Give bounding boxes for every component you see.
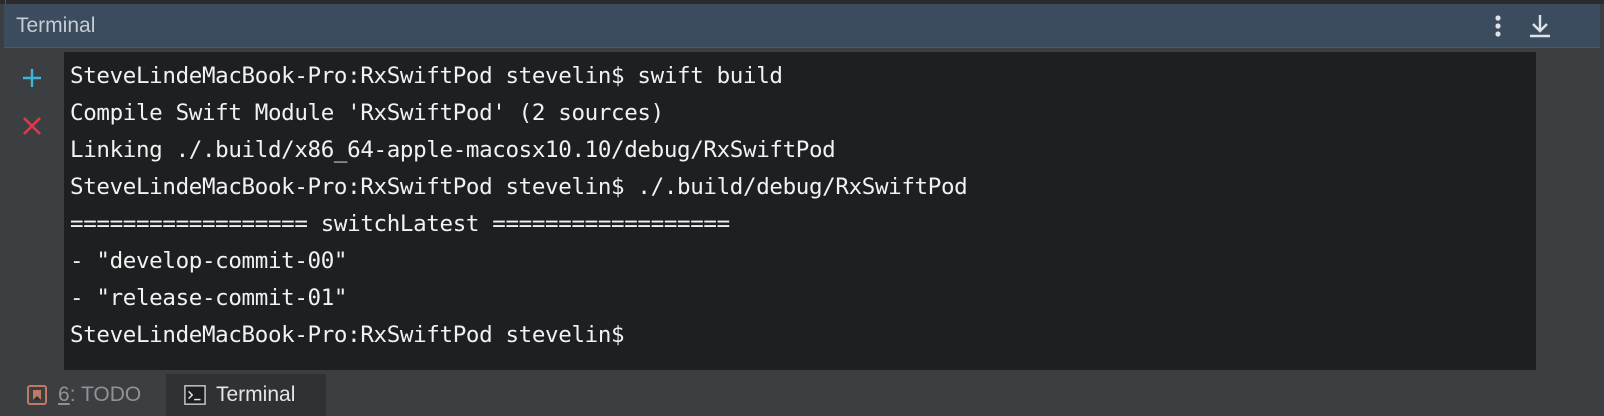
tool-window-header: Terminal xyxy=(4,4,1600,48)
terminal-line: Linking ./.build/x86_64-apple-macosx10.1… xyxy=(70,137,836,163)
terminal-line: ================== switchLatest ========… xyxy=(70,211,730,237)
close-session-button[interactable] xyxy=(16,110,48,142)
tab-terminal-label: Terminal xyxy=(216,383,296,406)
terminal-output[interactable]: SteveLindeMacBook-Pro:RxSwiftPod steveli… xyxy=(64,52,1536,370)
tab-todo[interactable]: 6: TODO xyxy=(18,374,166,416)
terminal-line: SteveLindeMacBook-Pro:RxSwiftPod steveli… xyxy=(70,63,783,89)
plus-icon xyxy=(23,69,41,87)
tab-todo-label: : TODO xyxy=(69,383,142,406)
hide-panel-button[interactable] xyxy=(1524,10,1556,42)
terminal-line: - "release-commit-01" xyxy=(70,285,348,311)
terminal-line: Compile Swift Module 'RxSwiftPod' (2 sou… xyxy=(70,100,664,126)
tool-window-title: Terminal xyxy=(16,14,96,37)
todo-list-icon xyxy=(26,384,48,406)
terminal-tool-window: Terminal SteveLindeMacBook-Pro:RxSwiftPo… xyxy=(0,0,1604,416)
new-session-button[interactable] xyxy=(16,62,48,94)
terminal-icon xyxy=(184,384,206,406)
more-options-button[interactable] xyxy=(1482,10,1514,42)
vertical-ellipsis-icon xyxy=(1495,15,1501,37)
tab-terminal[interactable]: Terminal xyxy=(166,374,326,416)
close-x-icon xyxy=(23,117,41,135)
terminal-line: SteveLindeMacBook-Pro:RxSwiftPod steveli… xyxy=(70,174,968,200)
terminal-line: - "develop-commit-00" xyxy=(70,248,348,274)
terminal-side-toolbar xyxy=(4,52,60,370)
tab-todo-number: 6 xyxy=(58,383,70,406)
download-arrow-icon xyxy=(1530,15,1550,38)
bottom-tool-tabs: 6: TODO Terminal xyxy=(0,374,1604,416)
terminal-prompt-line: SteveLindeMacBook-Pro:RxSwiftPod steveli… xyxy=(70,322,625,348)
